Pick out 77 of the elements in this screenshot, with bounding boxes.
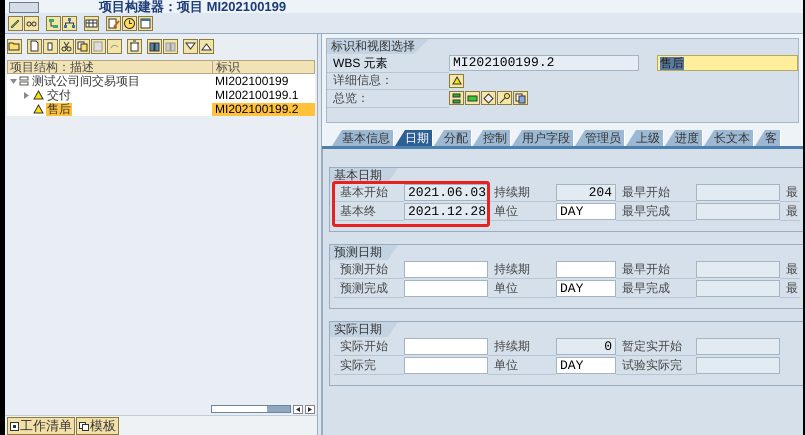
window-icon[interactable] xyxy=(139,16,152,30)
triangle-icon xyxy=(33,104,44,114)
copy-icon[interactable] xyxy=(514,92,527,104)
field-label: 最 xyxy=(780,184,800,202)
expand-toggle-icon[interactable] xyxy=(10,78,19,84)
tree-node-label[interactable]: 交付 xyxy=(46,88,72,102)
input-field[interactable] xyxy=(556,261,616,278)
tree-node-id: MI202100199 xyxy=(214,74,290,88)
left-arrow-icon xyxy=(296,406,300,412)
window-title: 项目构建器：项目 MI202100199 xyxy=(99,0,286,13)
scrollbar[interactable] xyxy=(211,405,291,413)
list-icon xyxy=(10,422,19,430)
tree-node-label[interactable]: 测试公司间交易项目 xyxy=(31,74,141,88)
tab[interactable]: 分配 xyxy=(434,130,472,146)
description-field[interactable]: 售后 xyxy=(657,55,798,71)
column-header: 项目结构：描述 xyxy=(8,61,213,73)
tab[interactable]: 进度 xyxy=(665,130,703,146)
input-field[interactable] xyxy=(696,203,780,220)
tab[interactable]: 基本信息 xyxy=(332,130,394,146)
field-label: 总览： xyxy=(327,88,449,108)
scroll-right-button[interactable] xyxy=(305,404,315,414)
binoculars-icon[interactable] xyxy=(148,40,161,52)
wbs-field[interactable]: MI202100199.2 xyxy=(449,55,639,71)
input-field[interactable] xyxy=(404,280,488,297)
column-header: 标识 xyxy=(215,61,241,73)
tab[interactable]: 工作清单 xyxy=(7,417,75,435)
input-field[interactable] xyxy=(696,261,780,278)
right-arrow-icon xyxy=(308,406,312,412)
input-field[interactable] xyxy=(696,357,780,374)
group-title: 实际日期 xyxy=(330,322,398,337)
copy-icon xyxy=(79,422,89,430)
input-field[interactable]: DAY xyxy=(556,203,616,220)
input-field[interactable] xyxy=(404,261,488,278)
field-label: 最 xyxy=(780,260,800,278)
panel-title: 标识和视图选择 xyxy=(327,39,429,54)
document-icon[interactable] xyxy=(28,40,41,52)
input-field[interactable] xyxy=(404,357,488,374)
input-field[interactable] xyxy=(696,338,780,355)
triangle-icon xyxy=(33,90,44,100)
clock-icon[interactable] xyxy=(123,16,136,30)
input-field[interactable]: 2021.06.03 xyxy=(404,184,488,201)
scroll-left-button[interactable] xyxy=(293,404,303,414)
input-field[interactable]: 2021.12.28 xyxy=(404,203,488,220)
diamond-icon[interactable] xyxy=(482,92,495,104)
expand-icon[interactable] xyxy=(184,40,197,52)
field-label: 最 xyxy=(780,202,800,220)
folder-icon[interactable] xyxy=(8,40,21,52)
tab[interactable]: 用户字段 xyxy=(512,130,574,146)
trash-icon[interactable] xyxy=(128,40,141,52)
tab[interactable]: 模板 xyxy=(76,417,119,435)
input-field[interactable] xyxy=(696,280,780,297)
hierarchy-icon[interactable] xyxy=(450,92,463,104)
input-field[interactable]: DAY xyxy=(556,357,616,374)
tree-node-id: MI202100199.2 xyxy=(212,102,315,116)
tab[interactable]: 日期 xyxy=(395,130,433,146)
input-field[interactable]: 0 xyxy=(556,338,616,355)
group-title: 预测日期 xyxy=(330,245,398,260)
tab[interactable]: 控制 xyxy=(473,130,511,146)
input-field[interactable] xyxy=(404,338,488,355)
tab[interactable]: 上级 xyxy=(626,130,664,146)
tree-node-id: MI202100199.1 xyxy=(214,88,300,102)
input-field[interactable] xyxy=(696,184,780,201)
hierarchy-icon[interactable] xyxy=(47,16,60,30)
triangle-icon[interactable] xyxy=(449,74,464,88)
copy-icon[interactable] xyxy=(76,40,89,52)
scissors-icon[interactable] xyxy=(60,40,73,52)
network-icon[interactable] xyxy=(63,16,76,30)
grid-icon[interactable] xyxy=(85,16,98,30)
tree-node-label[interactable]: 售后 xyxy=(46,102,72,116)
input-field[interactable]: 204 xyxy=(556,184,616,201)
field-label: 最 xyxy=(780,280,800,298)
document-pencil-icon[interactable] xyxy=(107,16,120,30)
tab[interactable]: 客 xyxy=(755,130,781,146)
field-label: 详细信息： xyxy=(327,71,449,90)
input-field[interactable]: DAY xyxy=(556,280,616,297)
tab[interactable]: 管理员 xyxy=(575,130,625,146)
tab[interactable]: 长文本 xyxy=(704,130,754,146)
